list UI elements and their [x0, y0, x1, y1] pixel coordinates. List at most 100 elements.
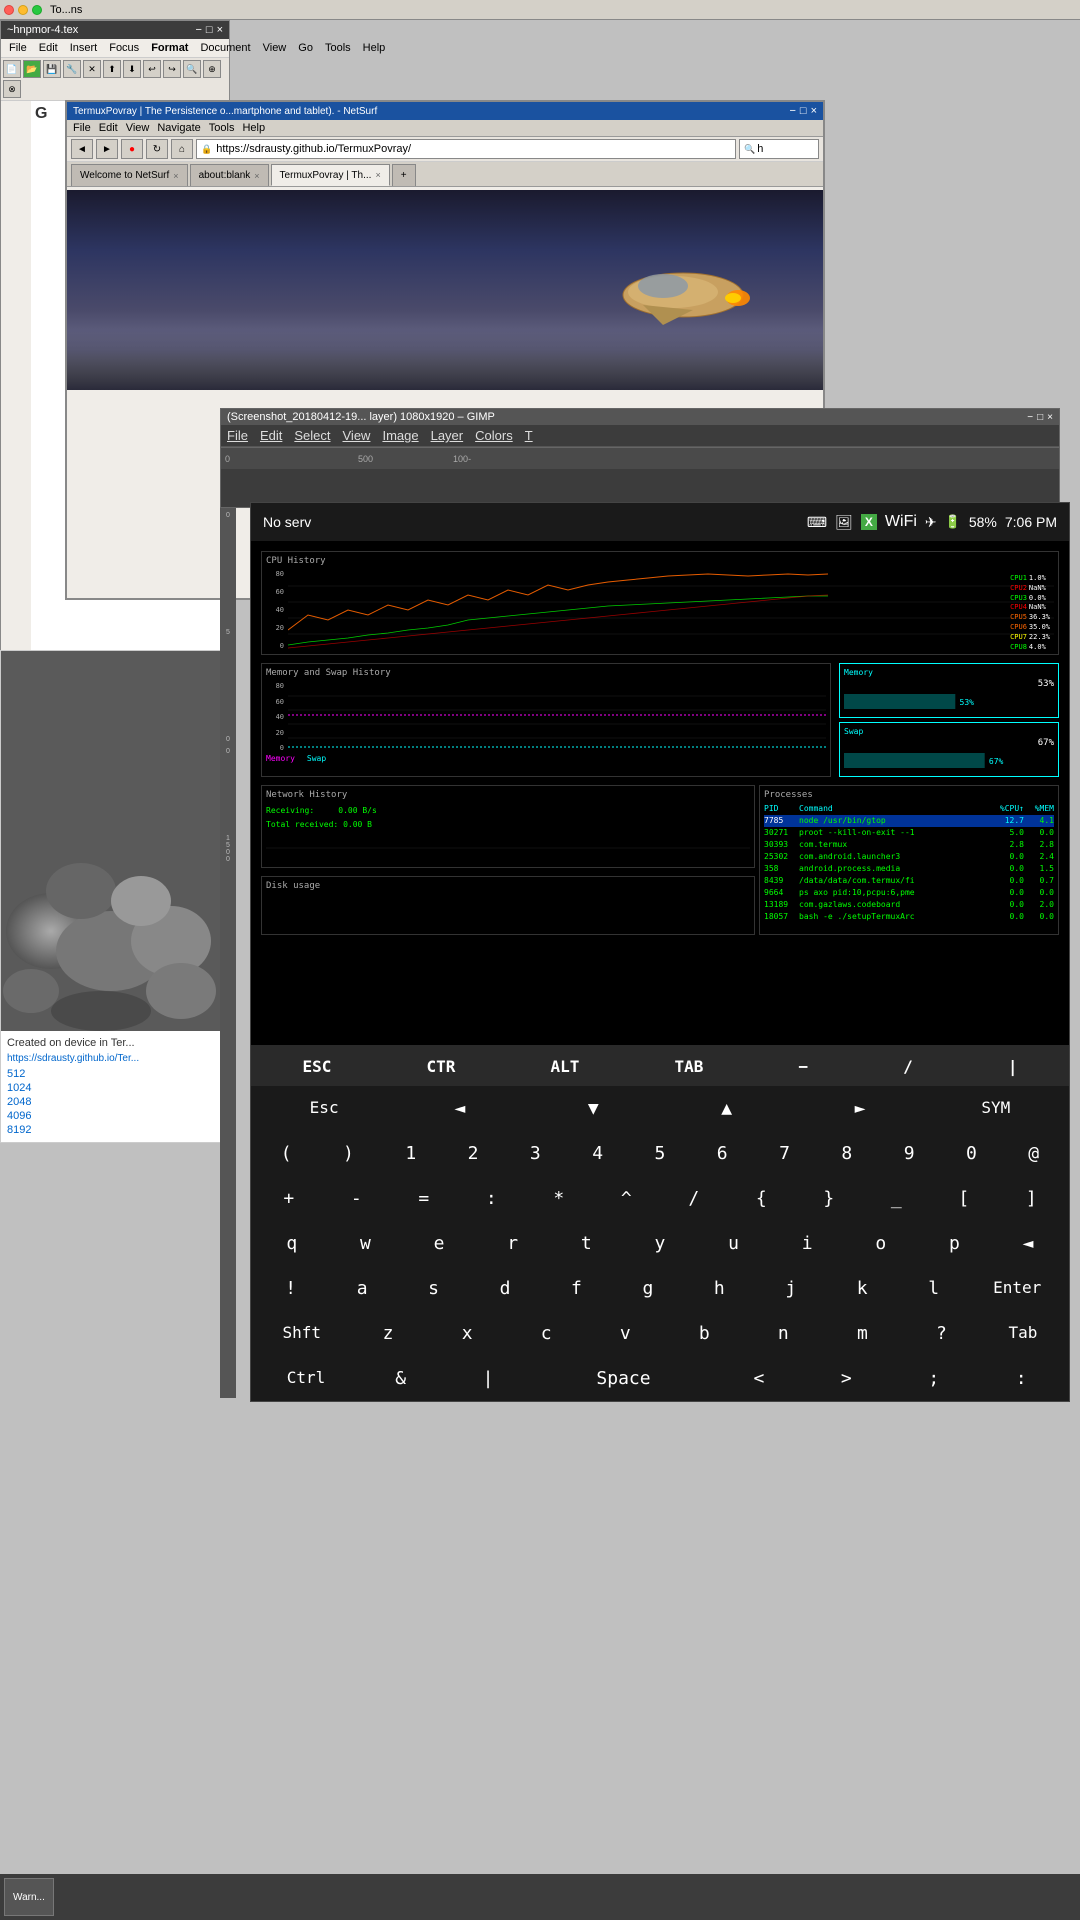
key-ctr[interactable]: CTR: [417, 1051, 466, 1082]
tab-termuxpovray[interactable]: TermuxPovray | Th... ×: [271, 164, 390, 186]
key-y[interactable]: y: [638, 1225, 682, 1262]
gedit-menu-insert[interactable]: Insert: [66, 41, 102, 55]
key-ampersand[interactable]: &: [379, 1360, 423, 1397]
key-alt[interactable]: ALT: [540, 1051, 589, 1082]
key-semicolon[interactable]: ;: [912, 1360, 956, 1397]
key-rbrace[interactable]: }: [807, 1180, 851, 1217]
key-2[interactable]: 2: [451, 1135, 495, 1172]
key-4[interactable]: 4: [576, 1135, 620, 1172]
key-z[interactable]: z: [366, 1315, 410, 1352]
tab-new[interactable]: +: [392, 164, 416, 186]
key-slash[interactable]: /: [893, 1051, 923, 1082]
key-o[interactable]: o: [859, 1225, 903, 1262]
netsurf-menu-navigate[interactable]: Navigate: [157, 122, 200, 134]
key-7[interactable]: 7: [763, 1135, 807, 1172]
size-4096[interactable]: 4096: [7, 1110, 223, 1122]
size-8192[interactable]: 8192: [7, 1124, 223, 1136]
toolbar-btn9[interactable]: ↪: [163, 60, 181, 78]
key-lbracket[interactable]: [: [942, 1180, 986, 1217]
url-bar[interactable]: 🔒 https://sdrausty.github.io/TermuxPovra…: [196, 139, 736, 159]
toolbar-btn7[interactable]: ⬇: [123, 60, 141, 78]
key-6[interactable]: 6: [700, 1135, 744, 1172]
gimp-menu-layer[interactable]: Layer: [431, 428, 464, 443]
toolbar-btn10[interactable]: 🔍: [183, 60, 201, 78]
key-backspace[interactable]: ◄: [1006, 1225, 1050, 1262]
nav-forward[interactable]: ►: [96, 139, 118, 159]
netsurf-menu-file[interactable]: File: [73, 122, 91, 134]
key-at[interactable]: @: [1012, 1135, 1056, 1172]
key-m[interactable]: m: [840, 1315, 884, 1352]
gimp-minimize[interactable]: −: [1027, 412, 1033, 423]
size-512[interactable]: 512: [7, 1068, 223, 1080]
key-ctrl[interactable]: Ctrl: [277, 1360, 336, 1397]
key-pipe-kb[interactable]: |: [466, 1360, 510, 1397]
toolbar-btn12[interactable]: ⊗: [3, 80, 21, 98]
toolbar-btn11[interactable]: ⊕: [203, 60, 221, 78]
netsurf-menu-tools[interactable]: Tools: [209, 122, 235, 134]
key-rparen[interactable]: ): [326, 1135, 370, 1172]
window-controls[interactable]: [4, 5, 42, 15]
toolbar-open[interactable]: 📂: [23, 60, 41, 78]
key-esc[interactable]: Esc: [300, 1090, 349, 1127]
netsurf-minimize[interactable]: −: [789, 105, 795, 117]
size-2048[interactable]: 2048: [7, 1096, 223, 1108]
key-exclaim[interactable]: !: [269, 1270, 313, 1307]
gedit-maximize[interactable]: □: [206, 24, 213, 36]
gimp-menu-edit[interactable]: Edit: [260, 428, 282, 443]
toolbar-btn6[interactable]: ⬆: [103, 60, 121, 78]
key-colon[interactable]: :: [469, 1180, 513, 1217]
key-g[interactable]: g: [626, 1270, 670, 1307]
toolbar-save[interactable]: 💾: [43, 60, 61, 78]
key-q[interactable]: q: [270, 1225, 314, 1262]
netsurf-menu-edit[interactable]: Edit: [99, 122, 118, 134]
maximize-button[interactable]: [32, 5, 42, 15]
gedit-minimize[interactable]: −: [195, 24, 201, 36]
key-minus[interactable]: −: [788, 1051, 818, 1082]
nav-stop[interactable]: ●: [121, 139, 143, 159]
toolbar-btn4[interactable]: 🔧: [63, 60, 81, 78]
toolbar-btn5[interactable]: ✕: [83, 60, 101, 78]
key-f[interactable]: f: [554, 1270, 598, 1307]
nav-back[interactable]: ◄: [71, 139, 93, 159]
key-8[interactable]: 8: [825, 1135, 869, 1172]
key-right[interactable]: ►: [838, 1090, 882, 1127]
gimp-menu-view[interactable]: View: [343, 428, 371, 443]
key-3[interactable]: 3: [513, 1135, 557, 1172]
key-dash[interactable]: -: [334, 1180, 378, 1217]
key-left[interactable]: ◄: [438, 1090, 482, 1127]
gedit-menu-help[interactable]: Help: [359, 41, 390, 55]
key-lbrace[interactable]: {: [739, 1180, 783, 1217]
key-n[interactable]: n: [761, 1315, 805, 1352]
toolbar-btn8[interactable]: ↩: [143, 60, 161, 78]
search-box[interactable]: 🔍 h: [739, 139, 819, 159]
key-lt[interactable]: <: [737, 1360, 781, 1397]
gimp-maximize[interactable]: □: [1037, 412, 1043, 423]
tab-close-welcome[interactable]: ×: [173, 171, 178, 181]
key-1[interactable]: 1: [389, 1135, 433, 1172]
key-a[interactable]: a: [340, 1270, 384, 1307]
tab-close-about[interactable]: ×: [254, 171, 259, 181]
key-tab-kb[interactable]: Tab: [998, 1315, 1047, 1352]
key-e[interactable]: e: [417, 1225, 461, 1262]
nav-reload[interactable]: ↻: [146, 139, 168, 159]
gedit-menu-focus[interactable]: Focus: [105, 41, 143, 55]
netsurf-menu-help[interactable]: Help: [242, 122, 265, 134]
gimp-menu-file[interactable]: File: [227, 428, 248, 443]
key-tab[interactable]: TAB: [664, 1051, 713, 1082]
key-esc-func[interactable]: ESC: [293, 1051, 342, 1082]
thumbnail-url[interactable]: https://sdrausty.github.io/Ter...: [7, 1053, 223, 1064]
gedit-menu-view[interactable]: View: [259, 41, 291, 55]
gedit-menu-format[interactable]: Format: [147, 41, 192, 55]
key-down[interactable]: ▼: [571, 1090, 615, 1127]
key-0[interactable]: 0: [949, 1135, 993, 1172]
key-up[interactable]: ▲: [705, 1090, 749, 1127]
gedit-menu-go[interactable]: Go: [294, 41, 317, 55]
key-t[interactable]: t: [564, 1225, 608, 1262]
gimp-menu-select[interactable]: Select: [294, 428, 330, 443]
key-space[interactable]: Space: [554, 1360, 694, 1397]
gedit-menu-document[interactable]: Document: [196, 41, 254, 55]
gimp-menu-image[interactable]: Image: [382, 428, 418, 443]
gedit-menu-edit[interactable]: Edit: [35, 41, 62, 55]
key-w[interactable]: w: [343, 1225, 387, 1262]
key-9[interactable]: 9: [887, 1135, 931, 1172]
